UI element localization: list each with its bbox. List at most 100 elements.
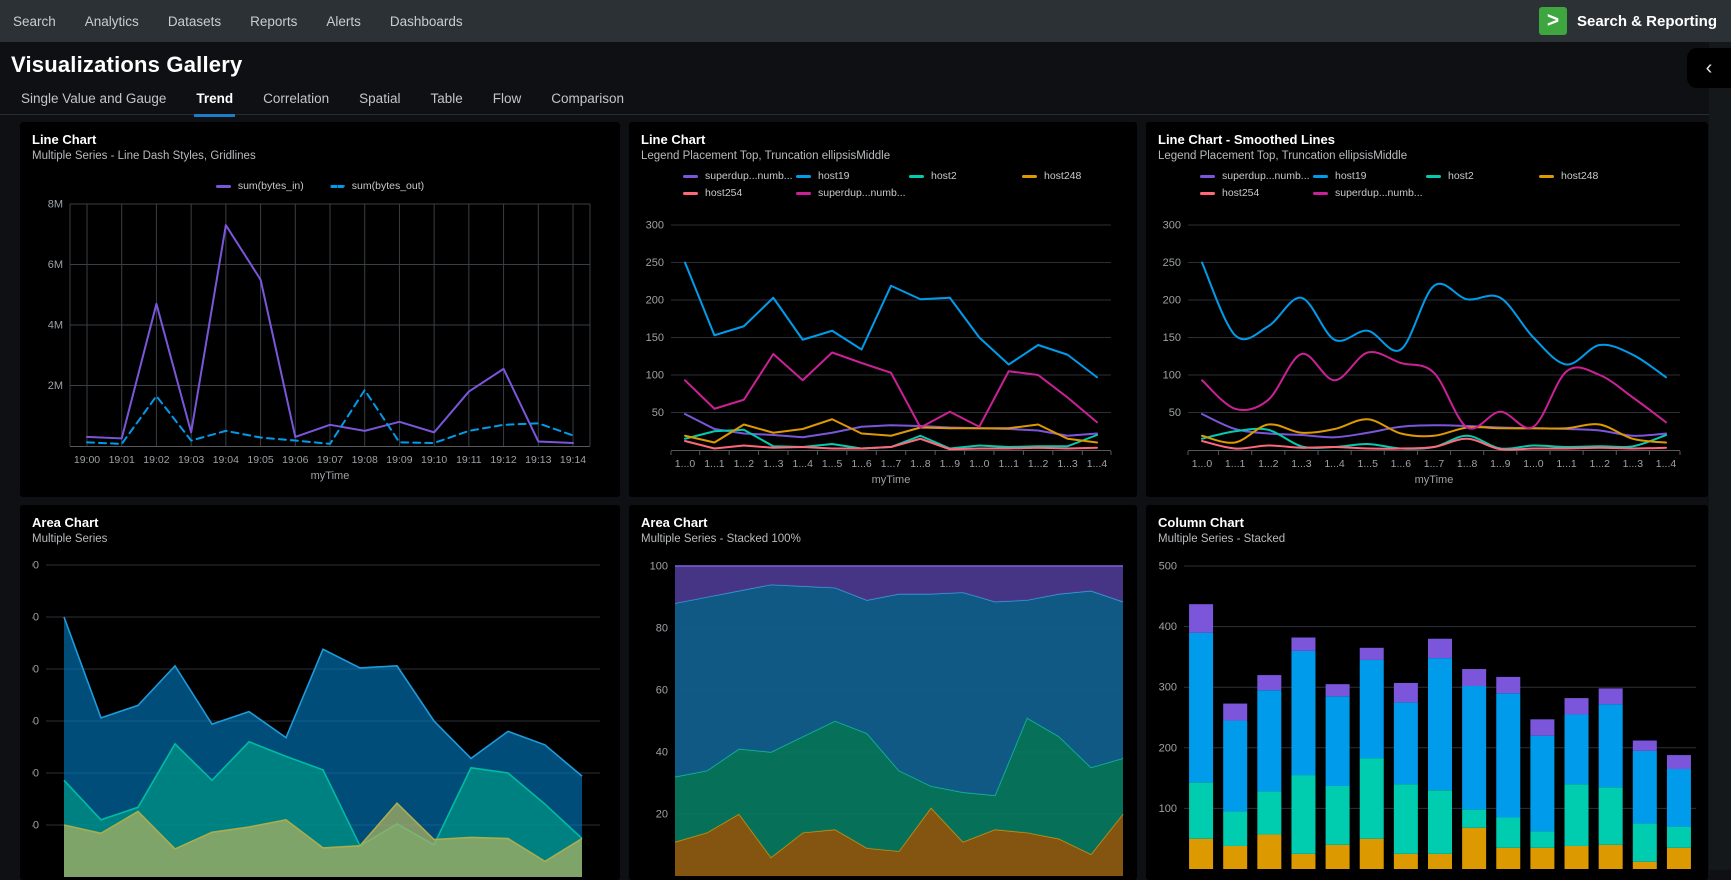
legend-item[interactable]: host2	[909, 170, 1022, 182]
legend-label: superdup...numb...	[705, 170, 793, 182]
svg-text:4M: 4M	[48, 320, 63, 332]
nav-item-analytics[interactable]: Analytics	[85, 14, 139, 29]
legend-label: superdup...numb...	[1335, 187, 1423, 199]
svg-text:150: 150	[1163, 332, 1181, 344]
tab-trend[interactable]: Trend	[196, 88, 233, 114]
splunk-arrow-icon: >	[1539, 7, 1567, 35]
nav-item-datasets[interactable]: Datasets	[168, 14, 221, 29]
legend-item[interactable]: host19	[1313, 170, 1426, 182]
svg-text:1...8: 1...8	[1457, 458, 1478, 470]
tab-table[interactable]: Table	[430, 88, 462, 114]
svg-text:1...2: 1...2	[1028, 458, 1049, 470]
line-chart-canvas[interactable]: 501001502002503001...01...11...21...31..…	[1158, 199, 1692, 492]
svg-text:100: 100	[1163, 370, 1181, 382]
nav-item-reports[interactable]: Reports	[250, 14, 297, 29]
svg-text:6M: 6M	[48, 259, 63, 271]
tab-spatial[interactable]: Spatial	[359, 88, 400, 114]
legend-label: host248	[1561, 170, 1598, 182]
svg-text:19:14: 19:14	[560, 454, 586, 466]
svg-text:300: 300	[1163, 220, 1181, 232]
nav-item-dashboards[interactable]: Dashboards	[390, 14, 463, 29]
legend-label: superdup...numb...	[1222, 170, 1310, 182]
nav-item-search[interactable]: Search	[13, 14, 56, 29]
legend-swatch-icon	[1426, 175, 1441, 178]
svg-text:19:02: 19:02	[143, 454, 169, 466]
legend-item[interactable]: sum(bytes_in)	[216, 180, 304, 192]
svg-text:2M: 2M	[48, 380, 63, 392]
nav-item-alerts[interactable]: Alerts	[326, 14, 361, 29]
legend-item[interactable]: superdup...numb...	[683, 170, 796, 182]
panel-title: Line Chart	[641, 132, 1125, 148]
nav-items: Search Analytics Datasets Reports Alerts Dash…	[0, 14, 463, 29]
legend-item[interactable]: superdup...numb...	[1313, 187, 1426, 199]
app-name[interactable]: Search & Reporting	[1577, 13, 1717, 30]
legend-item[interactable]: superdup...numb...	[1200, 170, 1313, 182]
page-header: Visualizations Gallery Single Value and …	[0, 42, 1731, 122]
top-nav-bar: Search Analytics Datasets Reports Alerts Dash…	[0, 0, 1731, 42]
legend-label: host19	[818, 170, 850, 182]
legend-item[interactable]: host254	[683, 187, 796, 199]
legend-item[interactable]: superdup...numb...	[796, 187, 909, 199]
legend-label: host254	[1222, 187, 1259, 199]
svg-text:60: 60	[656, 685, 668, 697]
svg-text:1...1: 1...1	[704, 458, 725, 470]
svg-text:19:11: 19:11	[456, 454, 482, 466]
legend-swatch-icon	[330, 185, 345, 188]
svg-text:1...2: 1...2	[1589, 458, 1610, 470]
svg-text:250: 250	[32, 612, 39, 624]
legend-swatch-icon	[683, 192, 698, 195]
legend-item[interactable]: sum(bytes_out)	[330, 180, 424, 192]
app-switcher[interactable]: > Search & Reporting	[1539, 7, 1731, 35]
tab-comparison[interactable]: Comparison	[551, 88, 624, 114]
dashboard-grid: Line ChartMultiple Series - Line Dash St…	[20, 122, 1708, 880]
viz-panel-line-chart: Line ChartLegend Placement Top, Truncati…	[629, 122, 1137, 497]
svg-text:1...1: 1...1	[1225, 458, 1246, 470]
tab-flow[interactable]: Flow	[493, 88, 522, 114]
panel-title: Column Chart	[1158, 515, 1696, 531]
svg-text:20: 20	[656, 809, 668, 821]
svg-text:1...5: 1...5	[822, 458, 843, 470]
svg-text:40: 40	[656, 747, 668, 759]
svg-text:80: 80	[656, 623, 668, 635]
panel-subtitle: Multiple Series	[32, 532, 608, 547]
legend-item[interactable]: host248	[1022, 170, 1135, 182]
svg-text:19:00: 19:00	[74, 454, 100, 466]
area100-chart-canvas[interactable]: 20406080100	[641, 553, 1125, 880]
collapsed-side-panel: ‹	[1709, 42, 1731, 870]
line-chart-canvas[interactable]: 2M4M6M8M19:0019:0119:0219:0319:0419:0519…	[32, 195, 604, 488]
svg-text:1...0: 1...0	[1523, 458, 1544, 470]
svg-text:1...6: 1...6	[851, 458, 872, 470]
chevron-left-icon[interactable]: ‹	[1687, 48, 1731, 88]
column-chart-canvas[interactable]: 100200300400500	[1158, 553, 1696, 880]
svg-text:1...0: 1...0	[969, 458, 990, 470]
svg-text:300: 300	[646, 220, 664, 232]
svg-text:1...8: 1...8	[910, 458, 931, 470]
svg-text:300: 300	[1159, 682, 1177, 694]
line-chart-canvas[interactable]: 501001502002503001...01...11...21...31..…	[641, 199, 1121, 492]
svg-text:19:08: 19:08	[352, 454, 378, 466]
legend-item[interactable]: host19	[796, 170, 909, 182]
tab-single-value-and-gauge[interactable]: Single Value and Gauge	[21, 88, 166, 114]
svg-text:1...9: 1...9	[1490, 458, 1511, 470]
viz-panel-line-chart-smoothed-lines: Line Chart - Smoothed LinesLegend Placem…	[1146, 122, 1708, 497]
chart-legend: sum(bytes_in) sum(bytes_out)	[32, 177, 608, 195]
legend-swatch-icon	[796, 175, 811, 178]
svg-text:1...4: 1...4	[1087, 458, 1108, 470]
svg-text:19:03: 19:03	[178, 454, 204, 466]
viz-panel-area-chart: Area ChartMultiple Series501001502002503…	[20, 505, 620, 880]
svg-text:150: 150	[646, 332, 664, 344]
panel-title: Line Chart	[32, 132, 608, 148]
legend-item[interactable]: host2	[1426, 170, 1539, 182]
panel-subtitle: Multiple Series - Line Dash Styles, Grid…	[32, 149, 608, 164]
legend-item[interactable]: host248	[1539, 170, 1652, 182]
svg-text:1...2: 1...2	[734, 458, 755, 470]
page-title: Visualizations Gallery	[11, 52, 1731, 78]
svg-text:myTime: myTime	[311, 470, 350, 482]
tab-correlation[interactable]: Correlation	[263, 88, 329, 114]
legend-item[interactable]: host254	[1200, 187, 1313, 199]
legend-label: host2	[1448, 170, 1474, 182]
svg-text:19:10: 19:10	[421, 454, 447, 466]
svg-text:50: 50	[1169, 407, 1181, 419]
area-chart-canvas[interactable]: 50100150200250300	[32, 553, 604, 880]
legend-swatch-icon	[1313, 175, 1328, 178]
